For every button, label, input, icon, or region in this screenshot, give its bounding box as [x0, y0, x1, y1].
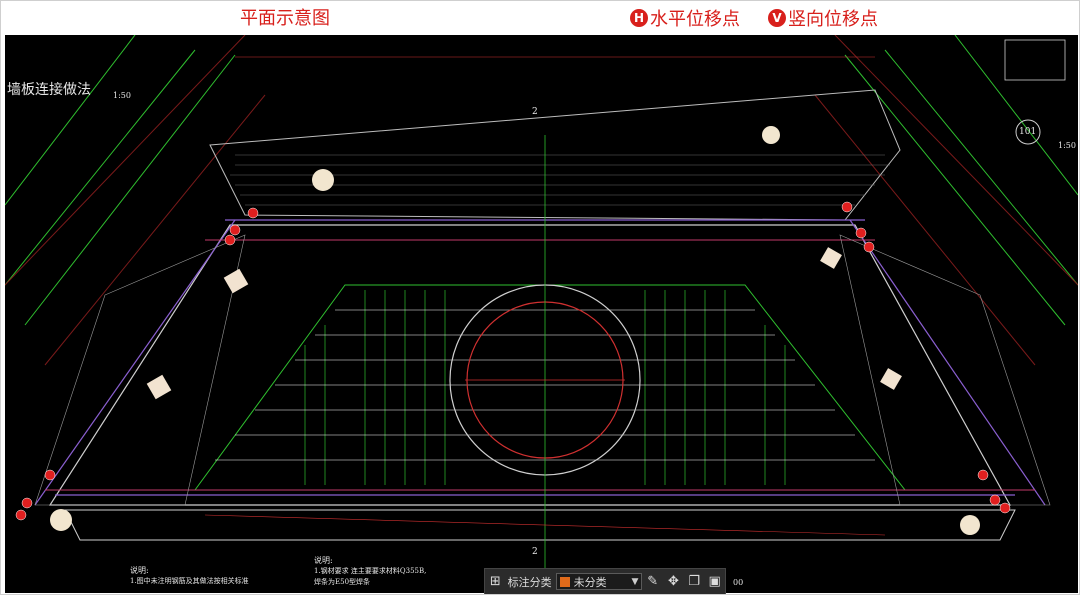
notes-left-heading: 说明:	[130, 566, 149, 575]
notes-mid-heading: 说明:	[314, 556, 333, 565]
annotation-toolbar: ⊞ 标注分类 未分类 ▼ ✎ ✥ ❐ ▣	[484, 568, 726, 595]
edit-icon[interactable]: ✎	[642, 571, 663, 593]
monitoring-points	[15, 201, 1011, 521]
header-bar: 平面示意图 H 水平位移点 V 竖向位移点	[0, 0, 1080, 35]
paste-icon[interactable]: ▣	[704, 571, 725, 593]
cad-plan-drawing	[5, 35, 1078, 575]
drawing-title: 墙板连接做法	[7, 82, 91, 98]
central-circle	[449, 135, 641, 575]
category-value: 未分类	[573, 575, 607, 589]
scale-right: 1:50	[1058, 141, 1076, 150]
detail-number: 101	[1019, 127, 1037, 137]
section-mark-bottom: 2	[532, 547, 538, 557]
legend-label: 竖向位移点	[788, 9, 878, 30]
axis-lines	[5, 35, 1078, 326]
legend-vertical-point: V 竖向位移点	[768, 5, 878, 31]
move-icon[interactable]: ✥	[663, 571, 684, 593]
red-axis-lines	[5, 35, 1078, 366]
pink-lines	[45, 239, 1035, 491]
chevron-down-icon: ▼	[631, 576, 639, 587]
page-title: 平面示意图	[240, 8, 330, 29]
annotation-category-label: 标注分类	[507, 575, 552, 589]
notes-mid-line1: 1.钢材要求 连主要要求材料Q355B,	[314, 567, 427, 575]
legend-label: 水平位移点	[650, 9, 740, 30]
v-badge-icon: V	[768, 9, 786, 27]
beam-lines	[34, 219, 1046, 506]
scale-left: 1:50	[113, 91, 131, 100]
category-color-swatch	[559, 576, 570, 587]
corner-number: 00	[733, 578, 744, 587]
grid-icon[interactable]: ⊞	[485, 571, 506, 593]
legend-horizontal-point: H 水平位移点	[630, 5, 740, 31]
notes-mid-line2: 焊条为E50型焊条	[314, 578, 371, 586]
marker-squares	[146, 247, 902, 400]
section-mark-top: 2	[532, 107, 538, 117]
plan-trapezoid	[48, 224, 1016, 541]
side-panels	[34, 234, 1051, 506]
notes-left-line: 1.图中未注明钢筋及其做法按相关标准	[130, 577, 249, 585]
category-dropdown[interactable]: 未分类 ▼	[555, 573, 643, 590]
roof-band	[209, 89, 901, 221]
copy-icon[interactable]: ❐	[684, 571, 705, 593]
cad-drawing-canvas[interactable]: 墙板连接做法 1:50 1:50 101 2 2 说明: 1.图中未注明钢筋及其…	[5, 35, 1078, 593]
h-badge-icon: H	[630, 9, 648, 27]
